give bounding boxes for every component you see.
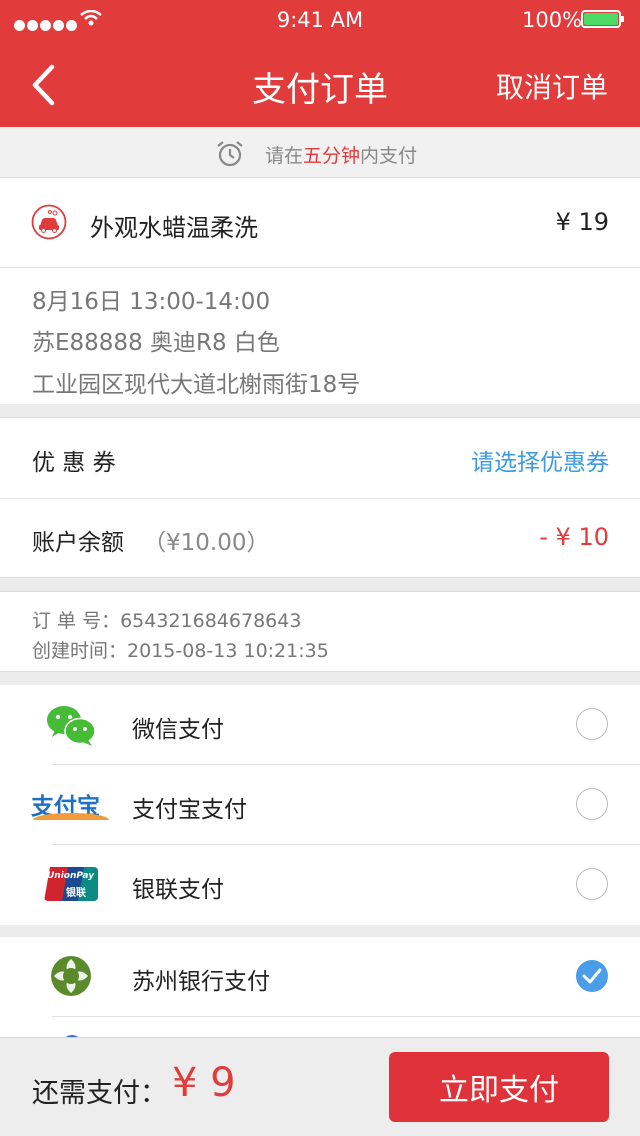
header: 9:41 AM 100% 支付订单 取消订单	[0, 0, 640, 127]
payment-label: 苏州银行支付	[132, 969, 270, 995]
timer-text: 请在五分钟内支付	[265, 145, 418, 167]
order-number: 订 单 号：654321684678643	[32, 610, 302, 632]
alarm-clock-icon	[217, 141, 243, 167]
payment-option-wechat[interactable]: 微信支付	[0, 685, 640, 765]
select-coupon-link[interactable]: 请选择优惠券	[471, 443, 609, 477]
car-info: 苏E88888 奥迪R8 白色	[32, 330, 280, 356]
service-price: ¥ 19	[555, 208, 609, 236]
pay-now-button[interactable]: 立即支付	[389, 1052, 609, 1122]
balance-amount: （¥10.00）	[143, 530, 270, 556]
order-info: 订 单 号：654321684678643 创建时间：2015-08-13 10…	[0, 591, 640, 672]
radio-button[interactable]	[576, 868, 608, 900]
service-address: 工业园区现代大道北榭雨街18号	[32, 372, 361, 398]
radio-button[interactable]	[576, 708, 608, 740]
alipay-icon: 支付宝	[31, 787, 111, 821]
bank-of-suzhou-icon	[51, 956, 91, 996]
payment-label: 微信支付	[132, 717, 224, 743]
coupon-row[interactable]: 优 惠 券 请选择优惠券	[0, 418, 640, 498]
car-wash-icon	[31, 204, 67, 240]
balance-label: 账户余额	[32, 530, 124, 556]
radio-button[interactable]	[576, 788, 608, 820]
amount-due-label: 还需支付：	[32, 1078, 167, 1109]
payment-methods: 微信支付 支付宝 支付宝支付 UnionPay 银联 银联支付	[0, 685, 640, 925]
payment-label: 银联支付	[132, 877, 224, 903]
cancel-order-button[interactable]: 取消订单	[496, 66, 608, 106]
battery-icon	[581, 10, 624, 28]
balance-row: 账户余额 （¥10.00） - ¥ 10	[0, 499, 640, 577]
wechat-icon	[47, 706, 96, 746]
coupon-label: 优 惠 券	[32, 450, 116, 476]
divider	[52, 1016, 640, 1017]
service-name: 外观水蜡温柔洗	[90, 214, 258, 242]
discount-card: 优 惠 券 请选择优惠券 账户余额 （¥10.00） - ¥ 10	[0, 417, 640, 578]
payment-option-unionpay[interactable]: UnionPay 银联 银联支付	[0, 845, 640, 925]
payment-option-bank-of-suzhou[interactable]: 苏州银行支付	[0, 937, 640, 1017]
status-bar: 9:41 AM 100%	[0, 0, 640, 40]
checkmark-icon[interactable]	[575, 959, 609, 993]
service-datetime: 8月16日 13:00-14:00	[32, 289, 271, 315]
battery-percent: 100%	[522, 8, 583, 32]
balance-deduction: - ¥ 10	[539, 523, 609, 551]
payment-label: 支付宝支付	[132, 797, 247, 823]
timer-banner: 请在五分钟内支付	[0, 127, 640, 178]
payment-option-alipay[interactable]: 支付宝 支付宝支付	[0, 765, 640, 845]
created-time: 创建时间：2015-08-13 10:21:35	[32, 640, 329, 662]
service-card: 外观水蜡温柔洗 ¥ 19 8月16日 13:00-14:00 苏E88888 奥…	[0, 178, 640, 404]
unionpay-icon: UnionPay 银联	[44, 867, 98, 901]
bank-payment-methods: 苏州银行支付	[0, 937, 640, 1055]
divider	[0, 267, 640, 268]
amount-due: ¥ 9	[172, 1060, 236, 1106]
